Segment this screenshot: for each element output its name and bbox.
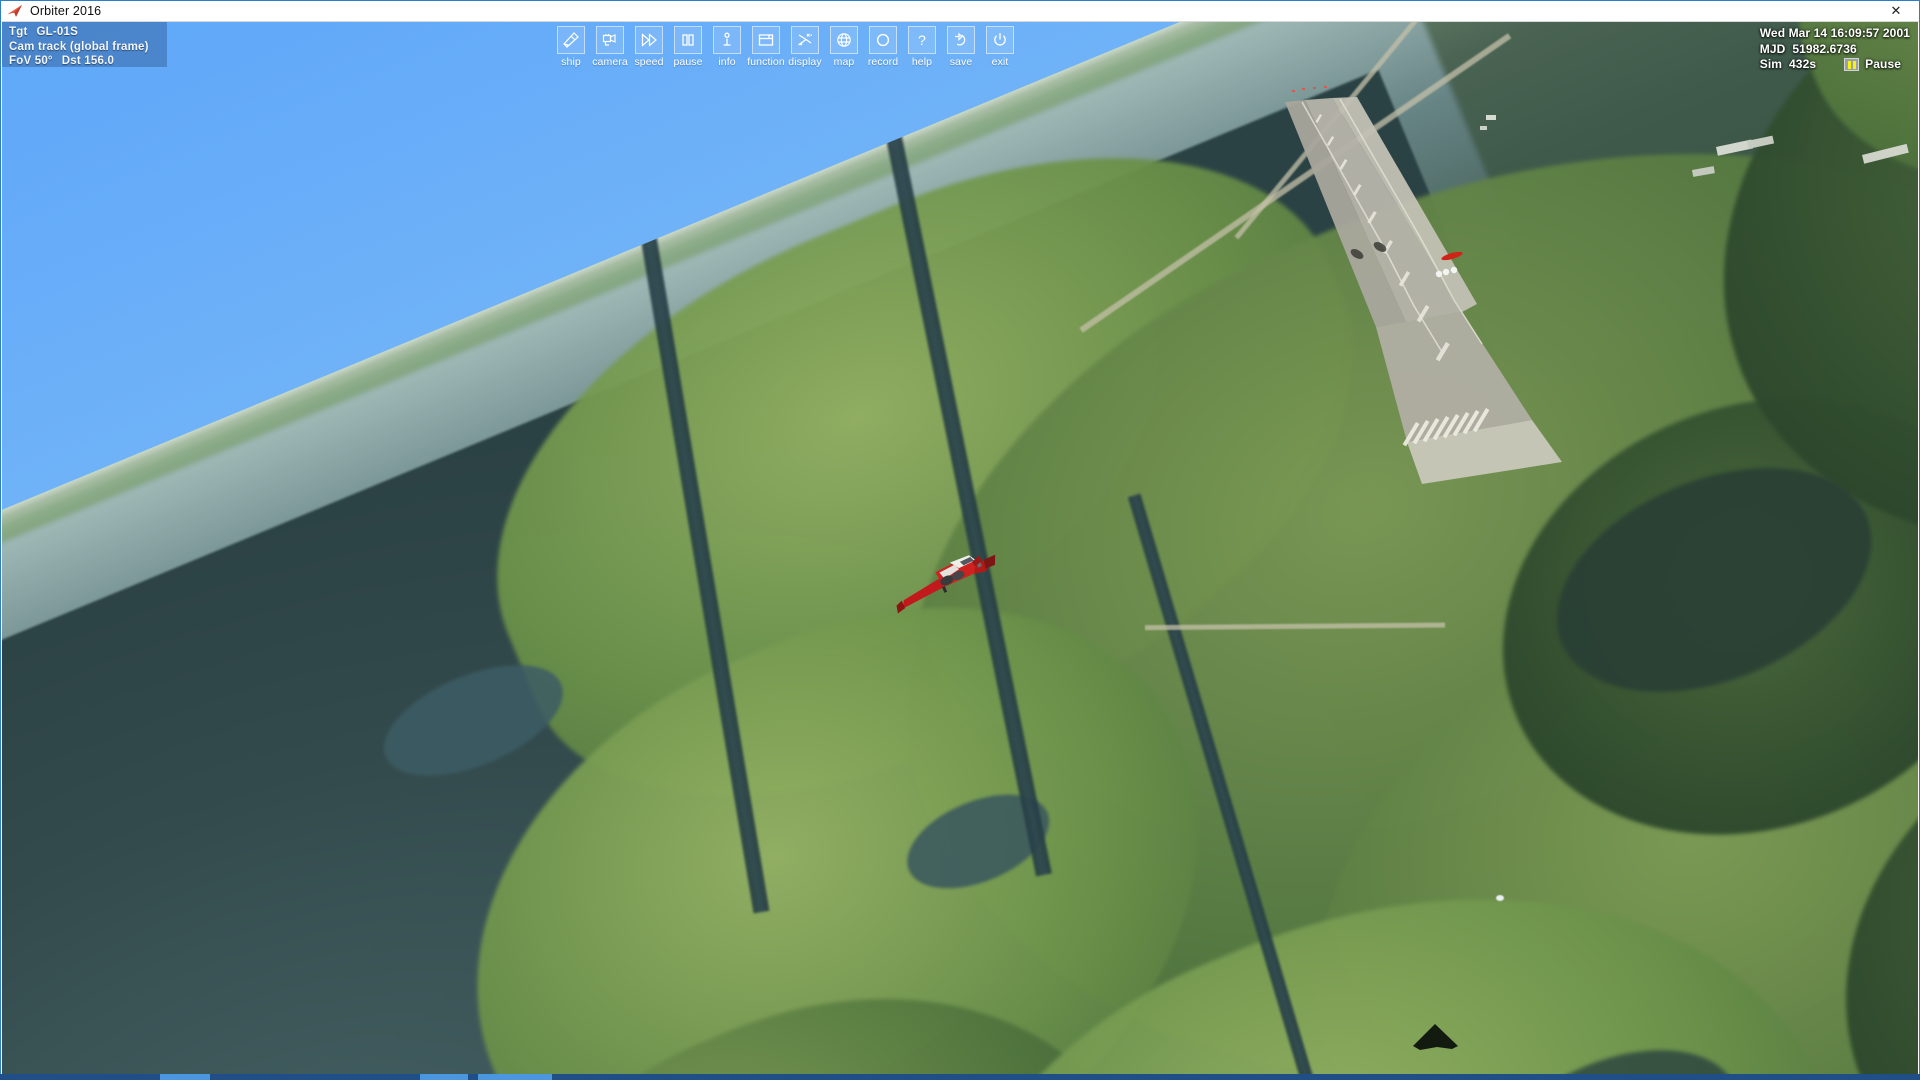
display-icon (791, 26, 819, 54)
toolbar-label: ship (561, 56, 581, 68)
mjd-label: MJD (1759, 41, 1786, 56)
toolbar-label: function (747, 56, 785, 68)
toolbar-label: camera (592, 56, 628, 68)
toolbar-button-exit[interactable]: exit (981, 22, 1019, 68)
toolbar-label: help (911, 56, 933, 68)
camera-icon (596, 26, 624, 54)
pause-icon[interactable] (1844, 58, 1860, 72)
toolbar-button-function[interactable]: function (747, 22, 785, 68)
taskbar-item[interactable] (420, 1074, 468, 1080)
question-icon: ? (908, 26, 936, 54)
sim-datetime: Wed Mar 14 16:09:57 2001 (1759, 26, 1910, 40)
toolbar-button-map[interactable]: map (825, 22, 863, 68)
taskbar-item[interactable] (160, 1074, 210, 1080)
toolbar-label: display (788, 56, 822, 68)
toolbar-button-ship[interactable]: ship (552, 22, 590, 68)
target-value: GL‑01S (36, 26, 78, 38)
ship-icon (557, 26, 585, 54)
pause-icon (674, 26, 702, 54)
title-bar: Orbiter 2016 ✕ (1, 1, 1919, 22)
toolbar-button-speed[interactable]: speed (630, 22, 668, 68)
paper-plane-icon (7, 4, 25, 18)
orbiter-main-window: Orbiter 2016 ✕ Tgt GL‑01S Cam track (glo… (0, 0, 1920, 1080)
sim-label: Sim (1759, 57, 1783, 71)
toolbar-button-pause[interactable]: pause (669, 22, 707, 68)
toolbar-button-record[interactable]: record (864, 22, 902, 68)
toolbar-label: record (867, 56, 899, 68)
sim-row: Sim 432s Pause (1760, 57, 1910, 73)
toolbar-button-help[interactable]: ? help (903, 22, 941, 68)
dst-value: 156.0 (84, 55, 115, 68)
save-icon (947, 26, 975, 54)
main-toolbar: ship camera speed pause info function di… (546, 22, 1020, 74)
camera-value: track (global frame) (37, 40, 149, 53)
globe-icon (830, 26, 858, 54)
target-label: Tgt (9, 26, 28, 38)
toolbar-button-camera[interactable]: camera (591, 22, 629, 68)
toolbar-button-info[interactable]: info (708, 22, 746, 68)
record-icon (869, 26, 897, 54)
dst-label: Dst (61, 55, 81, 68)
camera-info-panel: Tgt GL‑01S Cam track (global frame) FoV 5… (2, 22, 167, 67)
toolbar-label: map (833, 56, 855, 68)
os-taskbar[interactable] (0, 1074, 1920, 1080)
fast-forward-icon (635, 26, 663, 54)
svg-text:?: ? (918, 32, 926, 48)
pause-label: Pause (1865, 57, 1901, 71)
toolbar-label: speed (634, 56, 664, 68)
camera-label: Cam (9, 40, 35, 53)
window-controls: ✕ (1873, 1, 1919, 22)
fov-row: FoV 50° Dst 156.0 (9, 54, 161, 69)
datetime-row: Wed Mar 14 16:09:57 2001 (1760, 26, 1910, 42)
window-icon (752, 26, 780, 54)
toolbar-label: info (718, 56, 736, 68)
toolbar-label: pause (673, 56, 703, 68)
simulation-status-panel: Wed Mar 14 16:09:57 2001 MJD 51982.6736 S… (1760, 26, 1910, 73)
target-row: Tgt GL‑01S (9, 25, 161, 40)
power-icon (986, 26, 1014, 54)
close-icon[interactable]: ✕ (1873, 1, 1919, 22)
fov-value: 50° (34, 55, 53, 68)
mjd-row: MJD 51982.6736 (1760, 42, 1910, 58)
taskbar-item-active[interactable] (478, 1074, 552, 1080)
simulation-viewport[interactable]: Tgt GL‑01S Cam track (global frame) FoV 5… (2, 22, 1918, 1078)
toolbar-label: save (949, 56, 973, 68)
boat-sprite (1496, 895, 1504, 901)
camera-row: Cam track (global frame) (9, 40, 161, 55)
toolbar-button-display[interactable]: display (786, 22, 824, 68)
window-title: Orbiter 2016 (30, 4, 102, 18)
vessel-ground-shadow (1413, 1024, 1458, 1050)
mjd-value: 51982.6736 (1792, 41, 1857, 56)
toolbar-label: exit (991, 56, 1009, 68)
sim-value: 432s (1789, 57, 1817, 71)
toolbar-button-save[interactable]: save (942, 22, 980, 68)
info-icon (713, 26, 741, 54)
fov-label: FoV (9, 55, 32, 68)
